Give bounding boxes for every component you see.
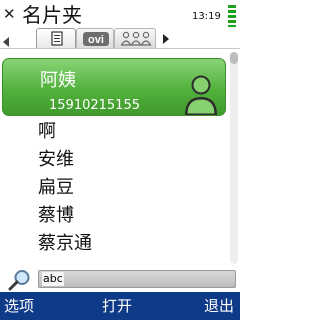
scrollbar-thumb[interactable] (230, 52, 238, 64)
title-bar: ✕ 名片夹 13:19 (0, 0, 240, 30)
tab-ovi[interactable]: ovi (76, 28, 114, 48)
list-item[interactable]: 安维 (38, 149, 74, 171)
search-input-value: abc (42, 272, 64, 286)
groups-icon (120, 31, 152, 46)
list-item[interactable]: 啊 (38, 121, 56, 143)
tab-divider (0, 48, 240, 49)
selected-contact-phone: 15910215155 (49, 98, 140, 113)
tab-scroll-left-icon[interactable] (3, 37, 9, 47)
list-item[interactable]: 扁豆 (38, 177, 74, 199)
search-icon (8, 270, 30, 291)
list-item[interactable]: 蔡京通 (38, 233, 92, 255)
tab-contact-list[interactable] (36, 28, 76, 48)
search-input[interactable]: abc (38, 270, 236, 288)
search-bar: abc (0, 266, 240, 292)
open-softkey[interactable]: 打开 (102, 297, 132, 315)
list-item[interactable]: 蔡博 (38, 205, 74, 227)
options-softkey[interactable]: 选项 (4, 297, 34, 315)
signal-strength-icon (228, 5, 236, 27)
softkey-bar: 选项 打开 退出 (0, 292, 240, 320)
ovi-label: ovi (88, 34, 104, 46)
exit-softkey[interactable]: 退出 (204, 297, 234, 315)
app-title: 名片夹 (22, 3, 82, 27)
contact-avatar-icon (185, 75, 217, 115)
selected-contact[interactable]: 阿姨 15910215155 (2, 58, 226, 116)
clock: 13:19 (192, 11, 221, 22)
contact-list-icon (51, 31, 63, 46)
selected-contact-name: 阿姨 (40, 70, 76, 91)
scrollbar[interactable] (230, 52, 238, 264)
tab-groups[interactable] (114, 28, 156, 48)
close-icon[interactable]: ✕ (3, 6, 17, 22)
contact-list: 阿姨 15910215155 啊 安维 扁豆 蔡博 蔡京通 (0, 50, 228, 266)
tab-scroll-right-icon[interactable] (163, 34, 169, 44)
ovi-badge: ovi (83, 32, 109, 46)
tab-strip: ovi (0, 28, 240, 50)
